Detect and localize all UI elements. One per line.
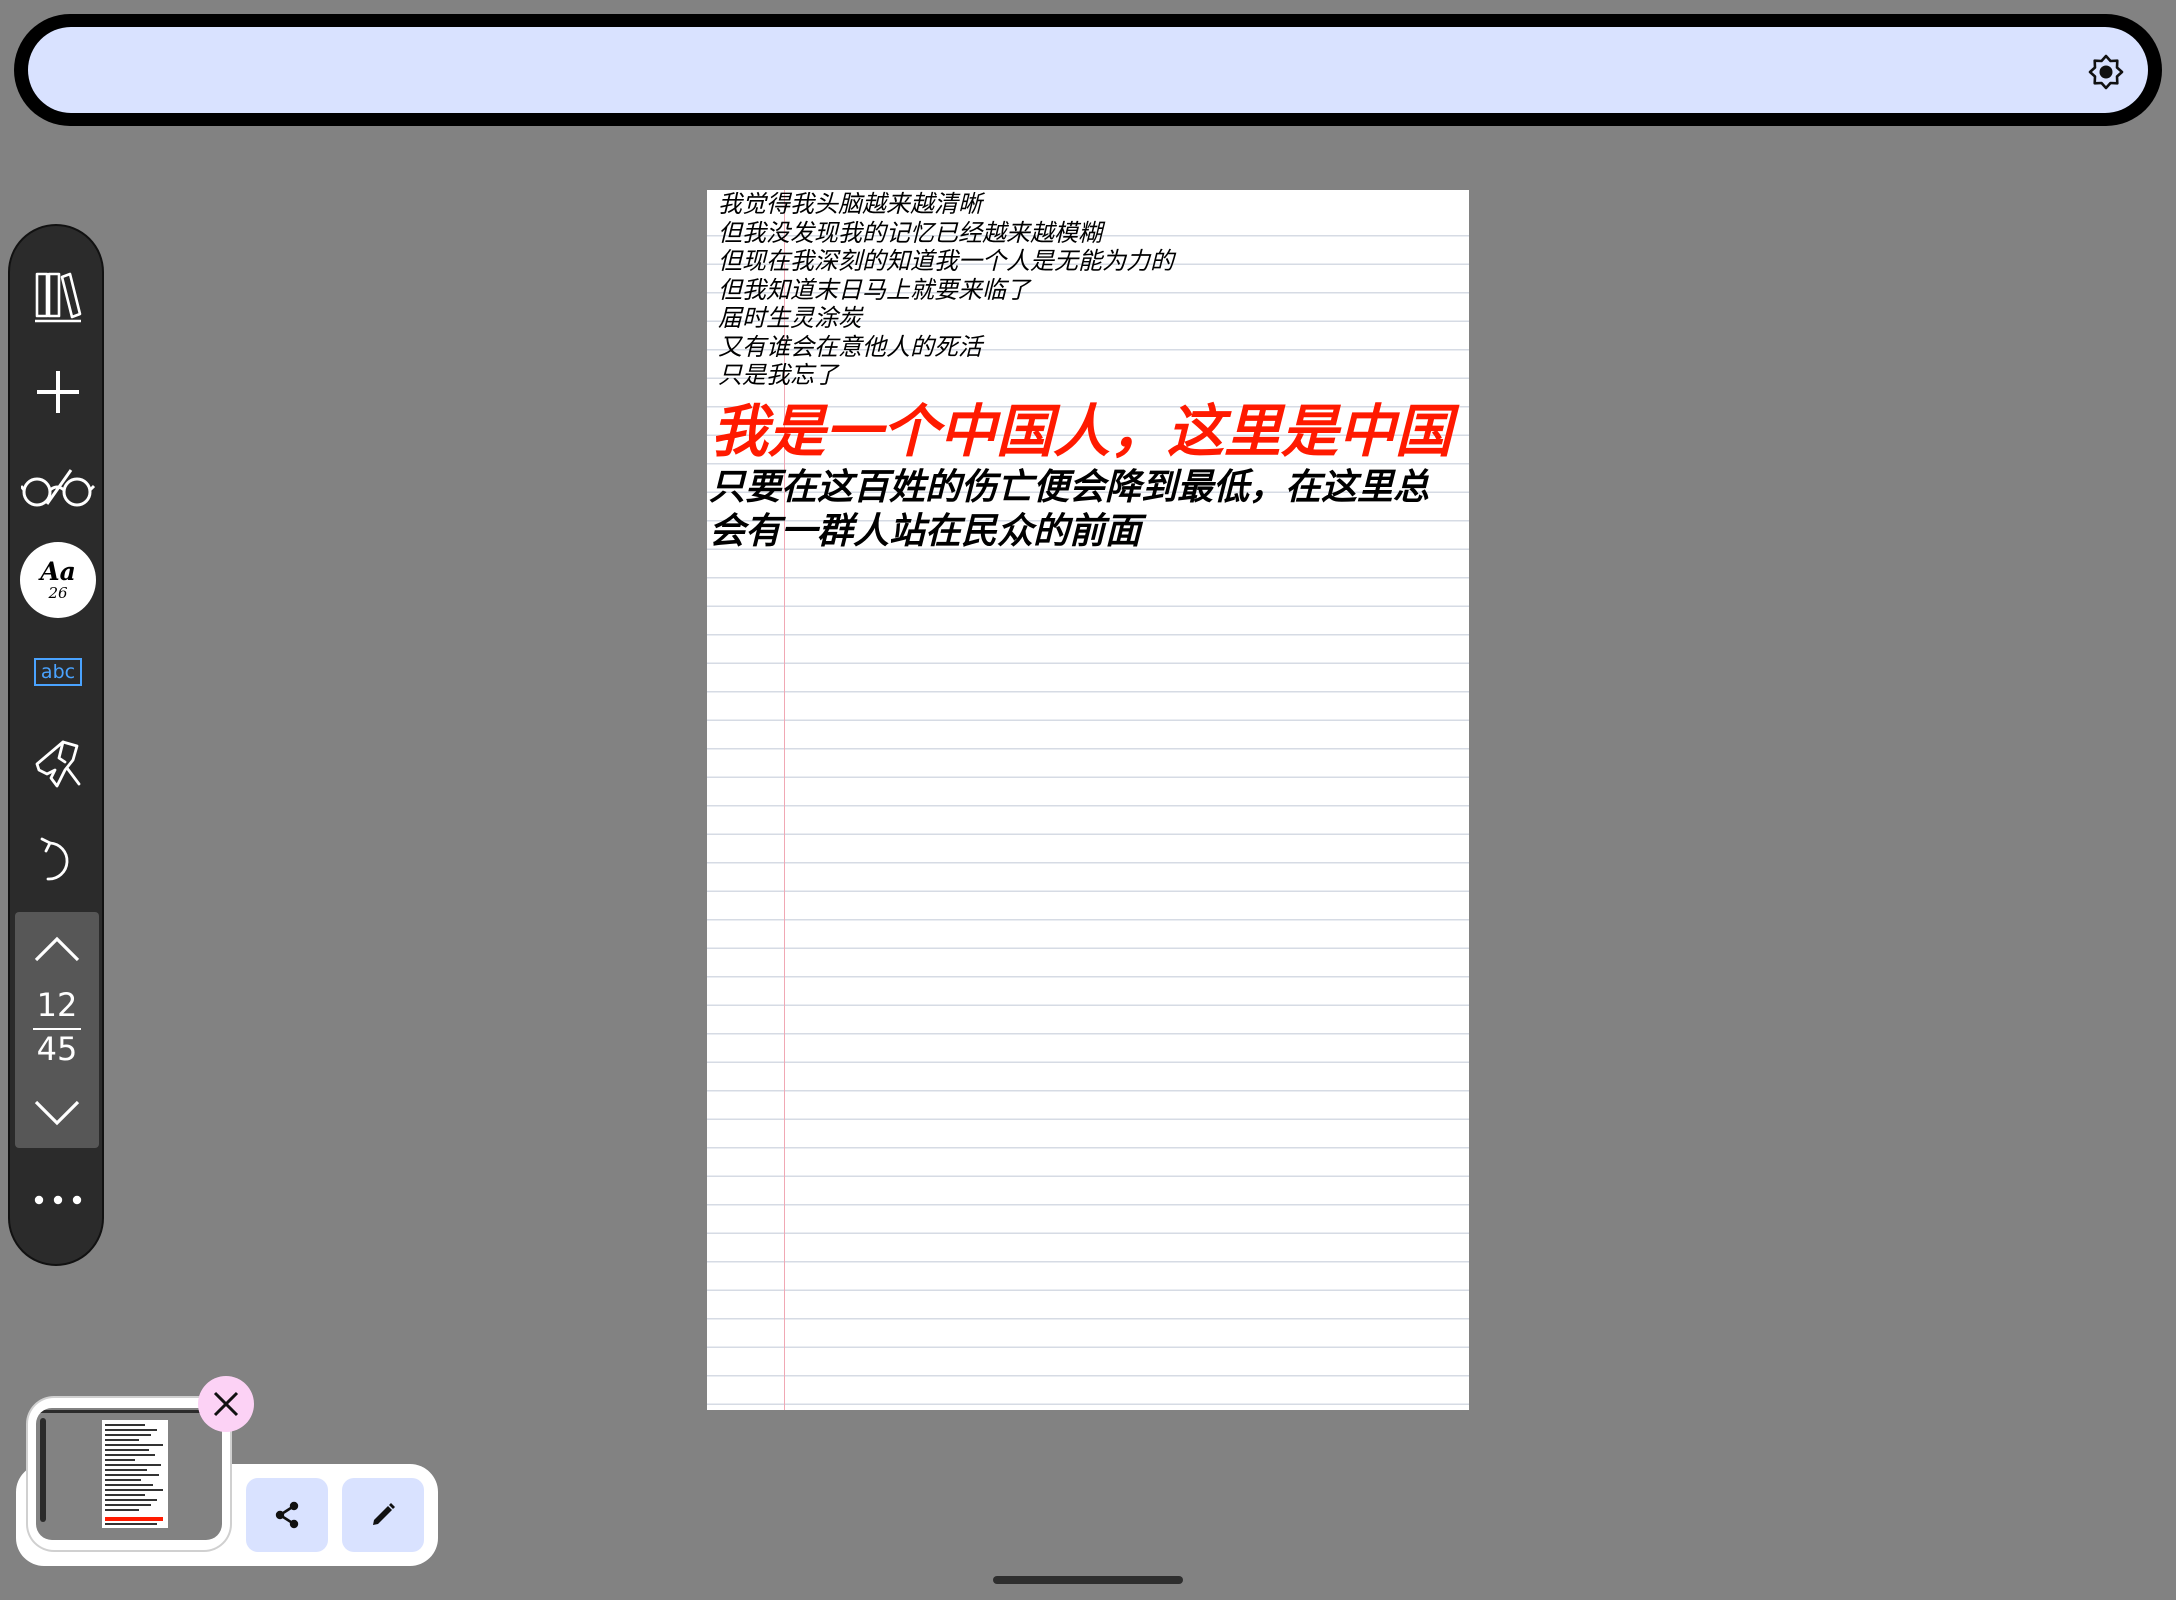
more-button[interactable] — [10, 1172, 106, 1228]
page-thumbnail[interactable] — [28, 1398, 230, 1550]
thumbnail-line — [105, 1424, 145, 1426]
font-label: Aa — [40, 557, 76, 586]
pencil-icon — [373, 1503, 395, 1525]
handwriting-button[interactable] — [10, 726, 106, 802]
font-size-indicator: Aa 26 — [20, 542, 96, 618]
thumbnail-line — [105, 1523, 157, 1525]
thumbnail-page — [102, 1420, 168, 1528]
more-icon — [34, 1195, 82, 1205]
chevron-down-icon — [34, 1100, 80, 1126]
thumbnail-line — [105, 1474, 159, 1476]
note-line: 但我没发现我的记忆已经越来越模糊 — [718, 218, 1102, 247]
thumbnail-line — [105, 1439, 139, 1441]
thumbnail-line — [105, 1494, 145, 1496]
add-page-button[interactable] — [10, 354, 106, 430]
thumbnail-top-bar — [40, 1410, 218, 1413]
thumbnail-line — [105, 1444, 163, 1446]
share-button[interactable] — [246, 1478, 328, 1552]
brightness-button[interactable] — [2084, 50, 2128, 94]
note-line: 届时生灵涂炭 — [718, 304, 862, 332]
thumbnail-line — [105, 1459, 135, 1461]
library-button[interactable] — [10, 262, 106, 332]
read-mode-button[interactable] — [10, 448, 106, 526]
page-navigator: 12 45 — [15, 912, 99, 1148]
note-line: 只是我忘了 — [718, 361, 838, 389]
thumbnail-line — [105, 1429, 157, 1431]
thumbnail-title-line — [105, 1517, 163, 1521]
note-line: 又有谁会在意他人的死活 — [718, 332, 982, 361]
thumbnail-line — [105, 1434, 151, 1436]
thumbnail-line — [105, 1509, 139, 1511]
edit-button[interactable] — [342, 1478, 424, 1552]
note-line: 但我知道末日马上就要来临了 — [718, 275, 1030, 304]
thumbnail-toolbar — [40, 1418, 46, 1522]
font-size-button[interactable]: Aa 26 — [10, 538, 106, 622]
text-box-button[interactable]: abc — [10, 642, 106, 702]
thumbnail-line — [105, 1469, 147, 1471]
share-icon — [275, 1501, 299, 1529]
hand-pen-icon — [35, 740, 81, 788]
glasses-icon — [21, 469, 95, 507]
thumbnail-line — [105, 1449, 149, 1451]
chevron-up-icon — [34, 936, 80, 962]
close-icon — [213, 1391, 239, 1417]
text-box-label: abc — [34, 658, 82, 686]
thumbnail-line — [105, 1464, 161, 1466]
thumbnail-line — [105, 1454, 155, 1456]
left-toolbar: Aa 26 abc 12 45 — [8, 224, 104, 1266]
current-page: 12 — [36, 986, 78, 1024]
note-content: 我觉得我头脑越来越清晰 但我没发现我的记忆已经越来越模糊 但现在我深刻的知道我一… — [707, 190, 1469, 554]
page-up-button[interactable] — [15, 924, 99, 974]
plus-icon — [37, 371, 79, 413]
note-page[interactable]: 我觉得我头脑越来越清晰 但我没发现我的记忆已经越来越模糊 但现在我深刻的知道我一… — [707, 190, 1469, 1410]
thumbnail-line — [105, 1489, 163, 1491]
page-down-button[interactable] — [15, 1088, 99, 1138]
thumbnail-line — [105, 1504, 151, 1506]
note-body: 只要在这百姓的伤亡便会降到最低，在这里总会有一群人站在民众的前面 — [709, 466, 1430, 552]
brightness-icon — [2088, 54, 2124, 90]
thumbnail-preview — [36, 1408, 222, 1540]
thumbnail-line — [105, 1479, 141, 1481]
note-title: 我是一个中国人，这里是中国 — [711, 398, 1452, 465]
top-bar — [28, 27, 2148, 113]
undo-icon — [40, 837, 69, 881]
home-indicator[interactable] — [993, 1576, 1183, 1584]
note-line: 但现在我深刻的知道我一个人是无能为力的 — [718, 247, 1174, 275]
note-line: 我觉得我头脑越来越清晰 — [718, 190, 982, 218]
thumbnail-line — [105, 1499, 157, 1501]
thumbnail-line — [105, 1484, 153, 1486]
font-size-value: 26 — [48, 584, 68, 602]
close-thumbnail-button[interactable] — [198, 1376, 254, 1432]
undo-button[interactable] — [10, 822, 106, 898]
total-pages: 45 — [36, 1030, 78, 1068]
library-icon — [35, 272, 82, 323]
